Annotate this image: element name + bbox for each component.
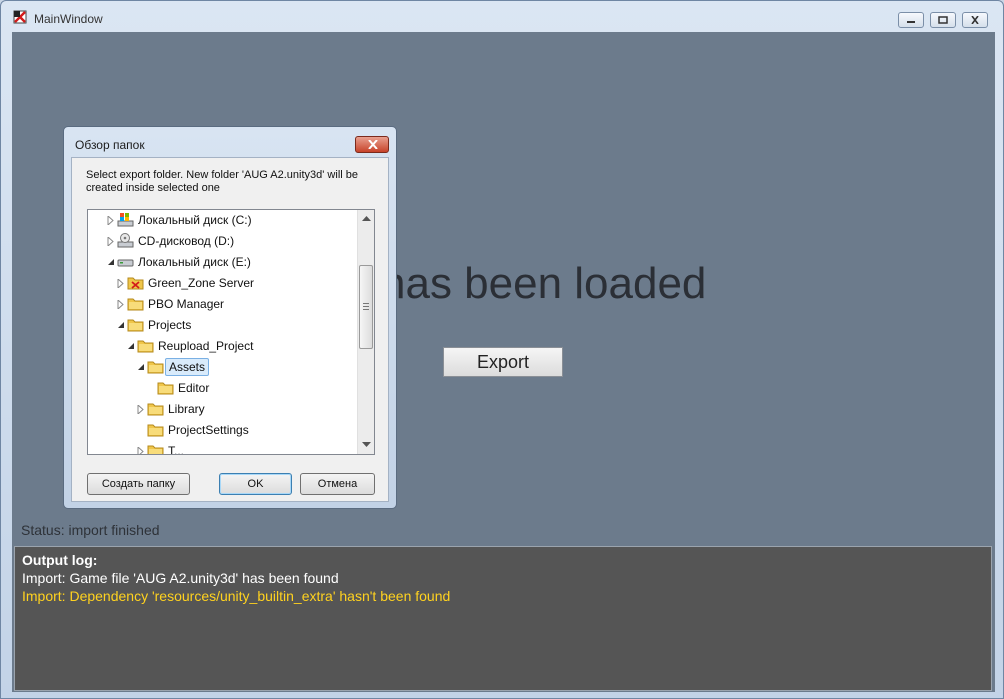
grip-line: [363, 303, 369, 304]
browse-folder-dialog: Обзор папок Select export folder. New fo…: [63, 126, 397, 509]
expand-icon[interactable]: [107, 216, 115, 225]
title-bar[interactable]: MainWindow: [1, 1, 1003, 31]
dialog-body: Select export folder. New folder 'AUG A2…: [71, 157, 389, 502]
tree-item[interactable]: Green_Zone Server: [88, 273, 358, 294]
tree-item[interactable]: CD-дисковод (D:): [88, 231, 358, 252]
maximize-button[interactable]: [930, 12, 956, 28]
expand-icon[interactable]: [117, 279, 125, 288]
folder-shortcut-icon: [127, 277, 144, 290]
loaded-message: has been loaded: [381, 259, 707, 308]
export-button[interactable]: Export: [443, 347, 563, 377]
app-icon: [13, 10, 27, 24]
expand-icon[interactable]: [137, 405, 145, 414]
folder-tree[interactable]: Локальный диск (C:) CD-дисковод (D:) Лок…: [87, 209, 375, 455]
tree-item[interactable]: Локальный диск (C:): [88, 210, 358, 231]
dialog-close-button[interactable]: [355, 136, 389, 153]
tree-item[interactable]: ProjectSettings: [88, 420, 358, 441]
collapse-icon[interactable]: [127, 342, 135, 351]
folder-icon: [147, 445, 164, 454]
grip-line: [363, 306, 369, 307]
output-log[interactable]: Output log: Import: Game file 'AUG A2.un…: [14, 546, 992, 691]
close-button[interactable]: [962, 12, 988, 28]
new-folder-button[interactable]: Создать папку: [87, 473, 190, 495]
minimize-icon: [907, 21, 915, 23]
cd-drive-icon: [117, 233, 134, 248]
window-title: MainWindow: [34, 12, 103, 26]
tree-item-label: Reupload_Project: [158, 339, 254, 353]
tree-item[interactable]: Editor: [88, 378, 358, 399]
collapse-icon[interactable]: [117, 321, 125, 330]
expand-icon[interactable]: [117, 300, 125, 309]
main-window: MainWindow has been loaded Export Status…: [0, 0, 1004, 699]
tree-item[interactable]: Локальный диск (E:): [88, 252, 358, 273]
folder-icon: [127, 319, 144, 332]
collapse-icon[interactable]: [107, 258, 115, 267]
tree-item-label: Assets: [165, 358, 210, 376]
scroll-thumb[interactable]: [359, 265, 373, 349]
folder-icon: [137, 340, 154, 353]
tree-scrollbar[interactable]: [357, 210, 374, 454]
restore-icon: [938, 16, 948, 24]
log-line: Import: Game file 'AUG A2.unity3d' has b…: [22, 570, 339, 586]
log-line-warning: Import: Dependency 'resources/unity_buil…: [22, 588, 451, 604]
dialog-title: Обзор папок: [75, 138, 145, 152]
close-icon: [368, 140, 378, 149]
grip-line: [363, 309, 369, 310]
tree-item-label: CD-дисковод (D:): [138, 234, 235, 248]
tree-item[interactable]: PBO Manager: [88, 294, 358, 315]
expand-icon[interactable]: [137, 447, 145, 455]
expand-icon[interactable]: [107, 237, 115, 246]
cancel-button[interactable]: Отмена: [300, 473, 375, 495]
tree-item-label: ProjectSettings: [168, 423, 249, 437]
folder-icon: [127, 298, 144, 311]
scroll-up-icon[interactable]: [362, 215, 371, 222]
dialog-description: Select export folder. New folder 'AUG A2…: [86, 169, 359, 194]
tree-item[interactable]: Reupload_Project: [88, 336, 358, 357]
tree-item[interactable]: T...: [88, 441, 358, 455]
collapse-icon[interactable]: [137, 363, 145, 372]
tree-item-label: T...: [168, 444, 185, 455]
folder-icon: [157, 382, 174, 395]
tree-item-label: PBO Manager: [148, 297, 225, 311]
tree-item-selected[interactable]: Assets: [88, 357, 358, 378]
folder-icon: [147, 424, 164, 437]
minimize-button[interactable]: [898, 12, 924, 28]
ok-button[interactable]: OK: [219, 473, 292, 495]
folder-icon: [147, 403, 164, 416]
tree-item-label: Локальный диск (C:): [138, 213, 252, 227]
log-title: Output log:: [22, 552, 98, 568]
hard-drive-icon: [117, 259, 134, 267]
close-icon: [971, 16, 979, 24]
tree-item[interactable]: Library: [88, 399, 358, 420]
hard-drive-icon: [117, 213, 134, 227]
tree-item-label: Локальный диск (E:): [138, 255, 251, 269]
status-text: Status: import finished: [21, 522, 160, 538]
tree-item-label: Projects: [148, 318, 192, 332]
scroll-down-icon[interactable]: [362, 441, 371, 448]
tree-item-label: Editor: [178, 381, 210, 395]
tree-item-label: Library: [168, 402, 205, 416]
tree-item-label: Green_Zone Server: [148, 276, 255, 290]
folder-icon: [147, 361, 164, 374]
tree-item[interactable]: Projects: [88, 315, 358, 336]
